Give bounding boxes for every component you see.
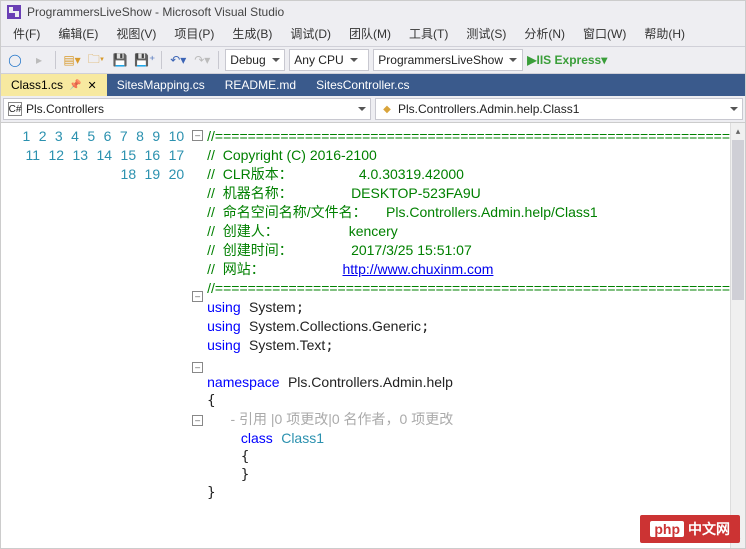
run-button[interactable]: ▶ IIS Express ▾ [527,49,607,71]
config-combo[interactable]: Debug [225,49,285,71]
nav-back-icon[interactable]: ◯ [5,49,25,71]
menu-test[interactable]: 测试(S) [458,23,514,44]
vs-logo-icon [7,5,21,19]
tab-sitesmapping[interactable]: SitesMapping.cs [107,74,215,96]
tab-sitescontroller[interactable]: SitesController.cs [306,74,419,96]
titlebar: ProgrammersLiveShow - Microsoft Visual S… [1,1,745,23]
nav-breadcrumb: C# Pls.Controllers ◆ Pls.Controllers.Adm… [1,96,745,123]
toolbar: ◯ ▸ ▤▾ 🗀▾ 💾 💾⁺ ↶▾ ↷▾ Debug Any CPU Progr… [1,46,745,74]
watermark: php中文网 [640,515,740,543]
link-website[interactable]: http://www.chuxinm.com [343,261,494,277]
fold-icon[interactable]: – [192,130,203,141]
new-item-icon[interactable]: ▤▾ [62,49,82,71]
menu-debug[interactable]: 调试(D) [282,23,339,44]
close-icon[interactable]: ✕ [87,79,96,92]
save-icon[interactable]: 💾 [110,49,130,71]
menu-help[interactable]: 帮助(H) [636,23,693,44]
save-all-icon[interactable]: 💾⁺ [134,49,155,71]
scrollbar-vertical[interactable]: ▴ ▾ [730,123,745,548]
menu-view[interactable]: 视图(V) [108,23,164,44]
line-numbers: 1 2 3 4 5 6 7 8 9 10 11 12 13 14 15 16 1… [1,123,192,548]
tab-class1[interactable]: Class1.cs📌✕ [1,74,107,96]
fold-icon[interactable]: – [192,291,203,302]
fold-icon[interactable]: – [192,362,203,373]
menu-build[interactable]: 生成(B) [224,23,280,44]
pin-icon[interactable]: 📌 [69,80,81,91]
tab-readme[interactable]: README.md [215,74,306,96]
redo-icon: ↷▾ [192,49,212,71]
window-title: ProgrammersLiveShow - Microsoft Visual S… [27,5,284,19]
undo-icon[interactable]: ↶▾ [168,49,188,71]
menu-team[interactable]: 团队(M) [341,23,399,44]
code-editor[interactable]: 1 2 3 4 5 6 7 8 9 10 11 12 13 14 15 16 1… [1,123,745,548]
scroll-thumb[interactable] [732,140,744,300]
menu-tools[interactable]: 工具(T) [401,23,456,44]
csharp-icon: C# [8,102,22,116]
menu-project[interactable]: 项目(P) [166,23,222,44]
menu-edit[interactable]: 编辑(E) [50,23,106,44]
fold-icon[interactable]: – [192,415,203,426]
namespace-combo[interactable]: C# Pls.Controllers [3,98,371,120]
menu-analyze[interactable]: 分析(N) [516,23,573,44]
menu-file[interactable]: 件(F) [5,23,48,44]
menu-window[interactable]: 窗口(W) [575,23,634,44]
platform-combo[interactable]: Any CPU [289,49,369,71]
nav-fwd-icon: ▸ [29,49,49,71]
class-icon: ◆ [380,102,394,116]
scroll-up-icon[interactable]: ▴ [731,123,745,139]
code-body[interactable]: //======================================… [203,123,730,548]
startup-combo[interactable]: ProgrammersLiveShow [373,49,523,71]
open-icon[interactable]: 🗀▾ [86,49,106,71]
class-combo[interactable]: ◆ Pls.Controllers.Admin.help.Class1 [375,98,743,120]
doc-tabs: Class1.cs📌✕ SitesMapping.cs README.md Si… [1,74,745,96]
fold-gutter[interactable]: – – – – [192,123,203,548]
menubar: 件(F) 编辑(E) 视图(V) 项目(P) 生成(B) 调试(D) 团队(M)… [1,23,745,46]
